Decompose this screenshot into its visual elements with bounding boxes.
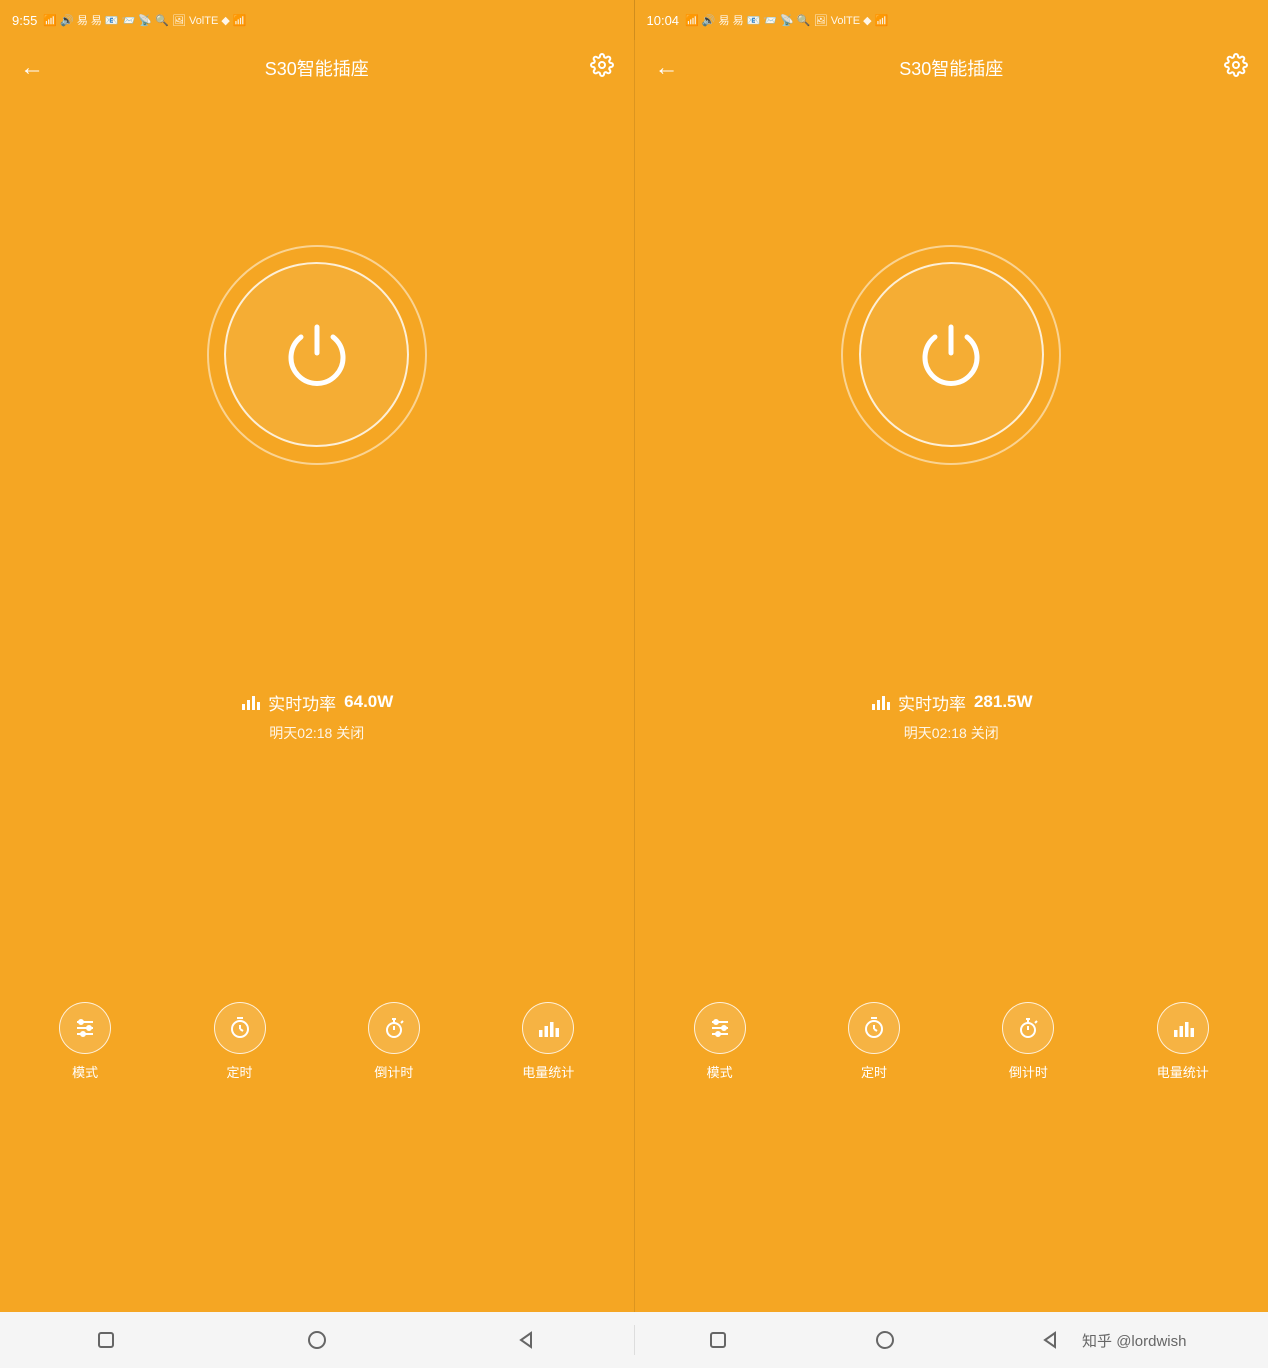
header-right: ← S30智能插座	[635, 40, 1268, 96]
title-left: S30智能插座	[265, 55, 369, 81]
nav-square-left[interactable]	[84, 1318, 128, 1362]
clock-icon-left	[228, 1016, 252, 1040]
mode-label-left: 模式	[72, 1062, 98, 1081]
toolbar-right: 模式 定时	[635, 767, 1268, 1313]
countdown-label-right: 倒计时	[1009, 1062, 1048, 1081]
power-icon-left	[277, 315, 357, 395]
power-button-right[interactable]	[859, 262, 1044, 447]
stats-button-right[interactable]: 电量统计	[1157, 1002, 1209, 1081]
watermark-text: 知乎 @lordwish	[1082, 1330, 1186, 1351]
mode-label-right: 模式	[707, 1062, 733, 1081]
power-icon-right	[911, 315, 991, 395]
timer-label-left: 定时	[227, 1062, 253, 1081]
power-reading-left: 实时功率 64.0W	[240, 690, 393, 715]
stats-icon-left	[522, 1002, 574, 1054]
panel-left: ← S30智能插座	[0, 40, 634, 1312]
timer-icon-left	[214, 1002, 266, 1054]
status-bar-right: 10:04 📶 🔊 易 易 📧 📨 📡 🔍 🖼 VolTE ◆ 📶	[635, 0, 1268, 40]
panel-right: ← S30智能插座	[634, 40, 1268, 1312]
power-button-left[interactable]	[224, 262, 409, 447]
nav-circle-right[interactable]	[863, 1318, 907, 1362]
schedule-left: 明天02:18 关闭	[269, 723, 364, 743]
power-label-left: 实时功率	[268, 690, 336, 715]
countdown-button-right[interactable]: 倒计时	[1002, 1002, 1054, 1081]
bar-chart-icon-left	[240, 692, 260, 712]
stats-icon-right	[1157, 1002, 1209, 1054]
time-left: 9:55	[12, 13, 37, 28]
countdown-label-left: 倒计时	[374, 1062, 413, 1081]
countdown-icon-right	[1002, 1002, 1054, 1054]
sliders-icon-left	[73, 1016, 97, 1040]
back-button-left[interactable]: ←	[20, 54, 44, 82]
status-time-right: 10:04 📶 🔊 易 易 📧 📨 📡 🔍 🖼 VolTE ◆ 📶	[647, 12, 889, 28]
panel-info-left: 实时功率 64.0W 明天02:18 关闭	[0, 674, 634, 767]
mode-icon-right	[694, 1002, 746, 1054]
sliders-icon-right	[708, 1016, 732, 1040]
mode-icon-left	[59, 1002, 111, 1054]
watermark-area: 知乎 @lordwish	[1082, 1330, 1206, 1351]
panel-info-right: 实时功率 281.5W 明天02:18 关闭	[635, 674, 1268, 767]
status-bar-left: 9:55 📶 🔊 易 易 📧 📨 📡 🔍 🖼 VolTE ◆ 📶	[0, 0, 634, 40]
status-time-left: 9:55 📶 🔊 易 易 📧 📨 📡 🔍 🖼 VolTE ◆ 📶	[12, 12, 247, 28]
nav-circle-left[interactable]	[295, 1318, 339, 1362]
countdown-icon-left	[368, 1002, 420, 1054]
nav-triangle-right[interactable]	[1030, 1318, 1074, 1362]
main-panels: ← S30智能插座	[0, 40, 1268, 1312]
countdown-button-left[interactable]: 倒计时	[368, 1002, 420, 1081]
settings-button-right[interactable]	[1224, 53, 1248, 83]
mode-button-left[interactable]: 模式	[59, 1002, 111, 1081]
toolbar-left: 模式 定时	[0, 767, 634, 1313]
settings-button-left[interactable]	[590, 53, 614, 83]
timer-label-right: 定时	[861, 1062, 887, 1081]
back-button-right[interactable]: ←	[655, 54, 679, 82]
schedule-right: 明天02:18 关闭	[904, 723, 999, 743]
power-area-right	[635, 96, 1268, 674]
power-outer-ring-right	[841, 245, 1061, 465]
stats-label-right: 电量统计	[1157, 1062, 1209, 1081]
clock-icon-right	[862, 1016, 886, 1040]
power-value-left: 64.0W	[344, 692, 393, 712]
signal-icons-right: 📶 🔊 易 易 📧 📨 📡 🔍 🖼 VolTE ◆ 📶	[685, 12, 888, 28]
status-bar: 9:55 📶 🔊 易 易 📧 📨 📡 🔍 🖼 VolTE ◆ 📶 10:04 📶…	[0, 0, 1268, 40]
barchart-icon-left	[536, 1016, 560, 1040]
stats-button-left[interactable]: 电量统计	[522, 1002, 574, 1081]
power-reading-right: 实时功率 281.5W	[870, 690, 1033, 715]
title-right: S30智能插座	[899, 55, 1003, 81]
power-value-right: 281.5W	[974, 692, 1033, 712]
stats-label-left: 电量统计	[522, 1062, 574, 1081]
nav-right: 知乎 @lordwish	[635, 1318, 1268, 1362]
mode-button-right[interactable]: 模式	[694, 1002, 746, 1081]
power-label-right: 实时功率	[898, 690, 966, 715]
timer-icon-right	[848, 1002, 900, 1054]
timer-button-right[interactable]: 定时	[848, 1002, 900, 1081]
power-area-left	[0, 96, 634, 674]
bar-chart-icon-right	[870, 692, 890, 712]
barchart-icon-right	[1171, 1016, 1195, 1040]
nav-bar: 知乎 @lordwish	[0, 1312, 1268, 1368]
stopwatch-icon-right	[1016, 1016, 1040, 1040]
time-right: 10:04	[647, 13, 680, 28]
power-outer-ring-left	[207, 245, 427, 465]
signal-icons-left: 📶 🔊 易 易 📧 📨 📡 🔍 🖼 VolTE ◆ 📶	[43, 12, 246, 28]
nav-triangle-left[interactable]	[506, 1318, 550, 1362]
header-left: ← S30智能插座	[0, 40, 634, 96]
nav-square-right[interactable]	[696, 1318, 740, 1362]
timer-button-left[interactable]: 定时	[214, 1002, 266, 1081]
nav-left	[0, 1318, 634, 1362]
stopwatch-icon-left	[382, 1016, 406, 1040]
